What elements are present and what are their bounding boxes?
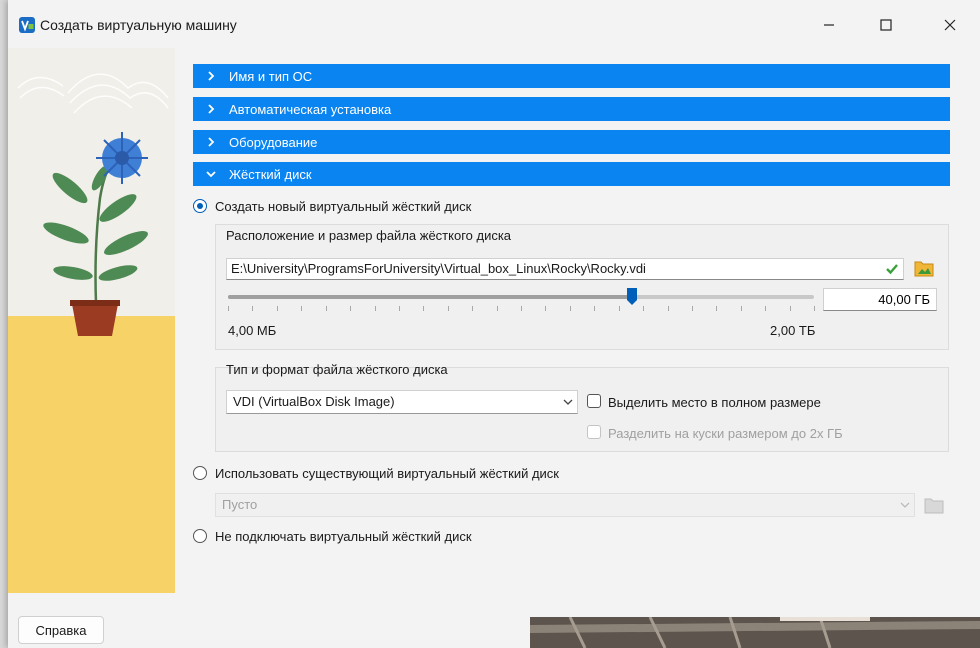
slider-tick [252,306,254,311]
slider-tick [691,306,693,311]
location-group-title: Расположение и размер файла жёсткого дис… [226,228,512,243]
slider-tick [643,306,645,311]
radio-no-disk[interactable] [193,529,207,543]
slider-tick [228,306,229,311]
slider-tick [423,306,425,311]
chevron-right-icon [208,104,215,114]
section-label: Жёсткий диск [229,166,312,182]
slider-tick [667,306,669,311]
slider-thumb[interactable] [627,288,638,306]
minimize-button[interactable] [807,10,851,40]
disk-size-slider[interactable] [228,295,814,299]
slider-tick [301,306,303,311]
chevron-down-icon [900,502,910,508]
radio-create-new-disk[interactable] [193,199,207,213]
choose-file-button[interactable] [912,256,936,280]
choose-existing-disk-button[interactable] [922,493,946,517]
wizard-illustration [8,48,175,593]
slider-tick [521,306,522,311]
slider-tick [472,306,474,311]
slider-tick [594,306,596,311]
slider-tick [789,306,791,311]
chevron-down-icon [563,399,573,405]
close-button[interactable] [928,10,972,40]
radio-use-existing-disk[interactable] [193,466,207,480]
slider-max-label: 2,00 ТБ [770,323,816,338]
section-label: Автоматическая установка [229,101,392,117]
split-label: Разделить на куски размером до 2х ГБ [608,426,843,441]
section-label: Имя и тип ОС [229,68,313,84]
disk-file-path-input[interactable]: E:\University\ProgramsForUniversity\Virt… [226,258,904,280]
section-label: Оборудование [229,134,318,150]
chevron-right-icon [208,71,215,81]
preallocate-label: Выделить место в полном размере [608,395,821,410]
slider-tick [496,306,498,311]
slider-tick [618,306,620,311]
section-hard-disk[interactable]: Жёсткий диск [193,162,950,186]
use-existing-disk-label: Использовать существующий виртуальный жё… [215,466,559,481]
slider-tick [569,306,571,311]
maximize-icon [880,19,892,31]
section-unattended-install[interactable]: Автоматическая установка [193,97,950,121]
format-group-title: Тип и формат файла жёсткого диска [226,362,448,377]
folder-icon [914,261,934,277]
section-name-os[interactable]: Имя и тип ОС [193,64,950,88]
slider-tick [276,306,278,311]
section-hardware[interactable]: Оборудование [193,130,950,154]
slider-tick [545,306,547,311]
minimize-icon [824,24,834,26]
window-title: Создать виртуальную машину [40,17,237,33]
slider-tick [814,306,815,311]
slider-tick [716,306,718,311]
slider-tick [374,306,376,311]
maximize-button[interactable] [864,10,908,40]
plant-illustration-icon [8,48,175,593]
existing-disk-value: Пусто [222,497,258,512]
title-bar[interactable]: Создать виртуальную машину [8,0,980,48]
slider-tick [325,306,327,311]
close-icon [944,19,956,31]
disk-format-select[interactable]: VDI (VirtualBox Disk Image) [226,390,578,414]
slider-tick [740,306,742,311]
slider-tick [447,306,449,311]
preallocate-checkbox[interactable] [587,394,601,408]
valid-check-icon [885,262,899,276]
virtualbox-app-icon [18,16,36,34]
chevron-right-icon [208,137,215,147]
create-vm-dialog: Создать виртуальную машину Имя и тип ОС … [8,0,980,648]
existing-disk-select[interactable]: Пусто [215,493,915,517]
slider-fill [228,295,633,299]
slider-tick [398,306,400,311]
slider-tick [765,306,767,311]
chevron-down-icon [206,171,216,178]
split-checkbox[interactable] [587,425,601,439]
video-overlay [530,617,980,648]
disk-format-value: VDI (VirtualBox Disk Image) [233,394,395,409]
slider-min-label: 4,00 МБ [228,323,277,338]
folder-icon [924,498,944,514]
help-button[interactable]: Справка [18,616,104,644]
create-new-disk-label: Создать новый виртуальный жёсткий диск [215,199,472,214]
slider-tick [350,306,352,311]
disk-size-input[interactable] [823,288,937,311]
no-disk-label: Не подключать виртуальный жёсткий диск [215,529,472,544]
